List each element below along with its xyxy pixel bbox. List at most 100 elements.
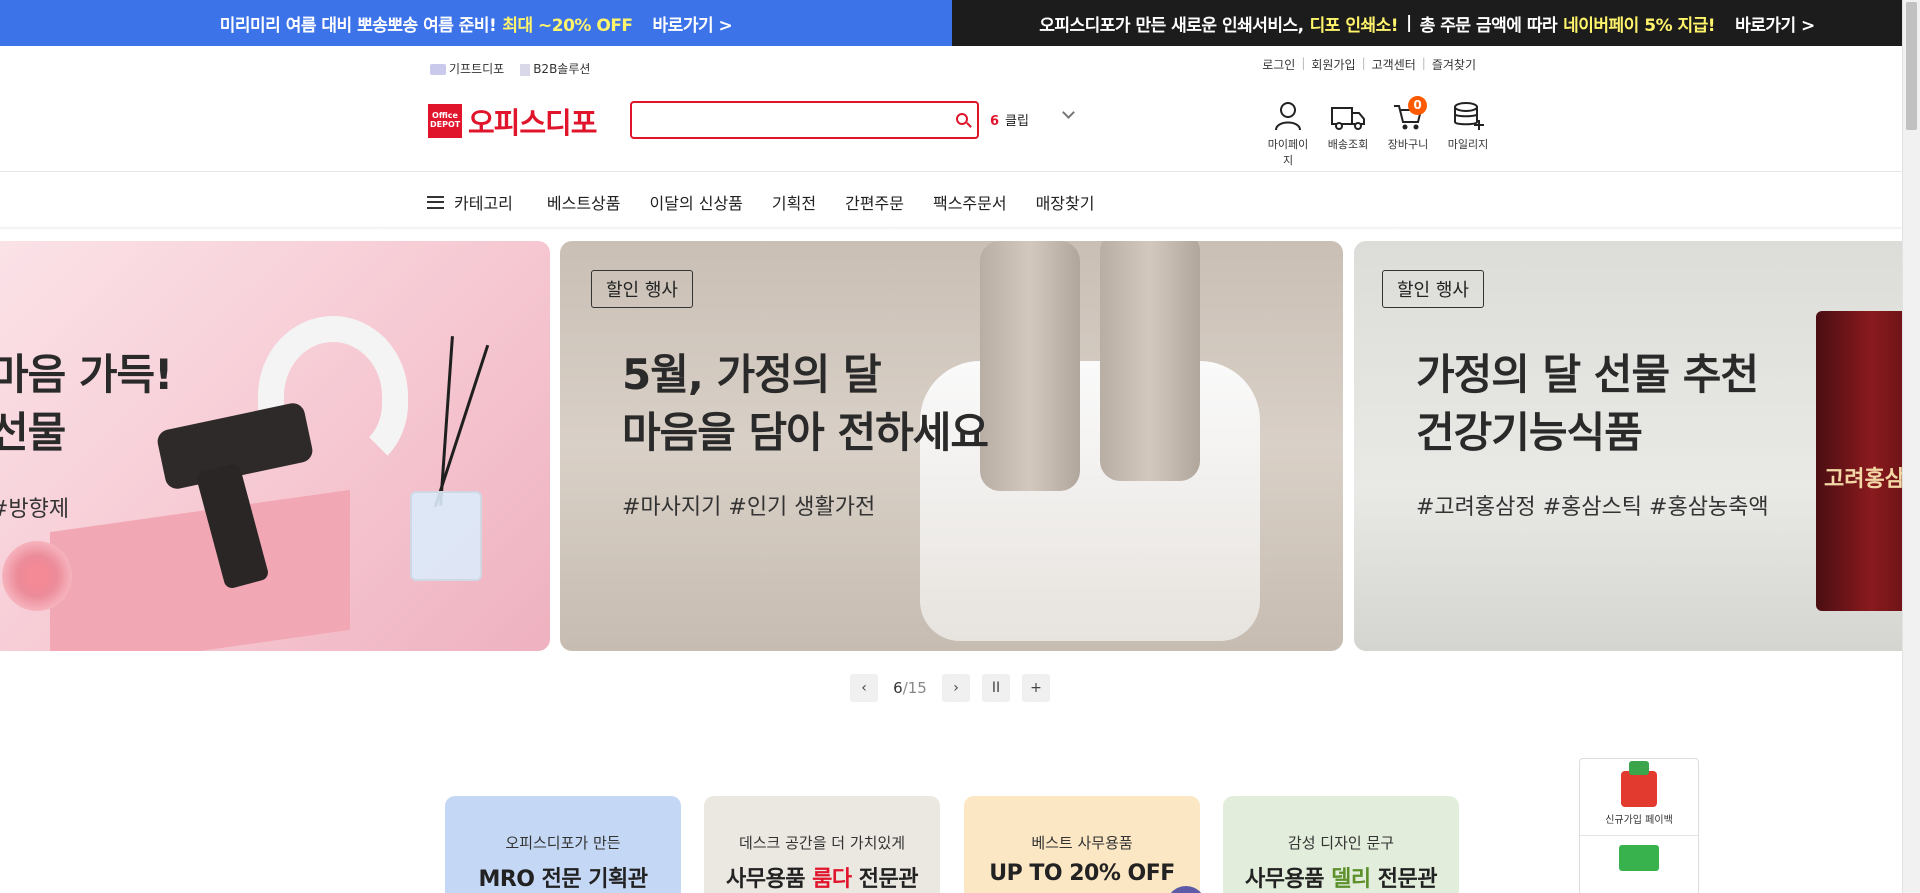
nav-item-promotion[interactable]: 기획전 [772,190,816,214]
card-subtitle: 베스트 사무용품 [1031,834,1133,852]
nav-item-new[interactable]: 이달의 신상품 [650,190,743,214]
deli-card[interactable]: 감성 디자인 문구 사무용품 델리 전문관 [1223,796,1459,893]
promo-banner-left[interactable]: 미리미리 여름 대비 뽀송뽀송 여름 준비! 최대 ~20% OFF 바로가기 … [0,0,952,46]
carousel-controls: ‹ 6/15 › II + [850,674,1050,702]
chevron-down-icon[interactable] [1062,106,1075,119]
carousel-prev-button[interactable]: ‹ [850,674,878,702]
nav-item-best[interactable]: 베스트상품 [547,190,621,214]
banner-tag: 할인 행사 [591,270,693,308]
banner-headline-line2: 건강기능식품 [1416,408,1643,457]
cart-button[interactable]: 0 장바구니 [1383,96,1433,168]
banner-headline-line1: 가정의 달 선물 추천 [1416,350,1759,399]
banner-headline: 마음 가득! 선물 [0,346,173,462]
card-subtitle: 데스크 공간을 더 가치있게 [738,834,906,852]
banner-hashtags: #마사지기 #인기 생활가전 [622,495,876,520]
banner-hashtags: #방향제 [0,497,70,522]
delivery-tracking-label: 배송조회 [1327,138,1369,151]
promo-banner-right[interactable]: 오피스디포가 만든 새로운 인쇄서비스, 디포 인쇄소! | 총 주문 금액에 … [952,0,1902,46]
best-office-card[interactable]: 베스트 사무용품 UP TO 20% OFF [964,796,1206,893]
chevron-left-icon: ‹ [861,680,867,696]
floating-signup-payback[interactable]: 신규가입 페이백 [1579,758,1699,893]
logo-text: 오피스디포 [468,106,597,140]
mileage-label: 마일리지 [1447,138,1489,151]
diffuser-bottle-image [410,491,482,581]
nav-item-quick-order[interactable]: 간편주문 [845,190,904,214]
signup-link[interactable]: 회원가입 [1311,56,1355,73]
red-ginseng-product-image: 고려홍삼 [1816,311,1914,611]
promo-left-go-link[interactable]: 바로가기 > [653,11,733,36]
promo-right-highlight2: 네이버페이 5% 지급! [1563,15,1716,36]
leg-image [1100,241,1200,481]
coins-icon [1454,102,1484,130]
gift-box-icon [1621,761,1657,807]
building-icon [520,63,531,76]
card-title: UP TO 20% OFF [989,861,1175,886]
card-subtitle: 감성 디자인 문구 [1287,834,1395,852]
banner-slide-current[interactable]: 할인 행사 5월, 가정의 달 마음을 담아 전하세요 #마사지기 #인기 생활… [560,241,1343,651]
carousel-pause-button[interactable]: II [982,674,1010,702]
banner-decoration [50,489,350,651]
card-title: 사무용품 델리 전문관 [1245,867,1438,892]
card-decoration [1166,886,1206,893]
keyword-text: 클립 [1005,114,1029,129]
promo-right-text1: 오피스디포가 만든 새로운 인쇄서비스, [1039,15,1304,36]
banner-hashtags: #고려홍삼정 #홍삼스틱 #홍삼농축액 [1416,495,1769,520]
keyword-rank: 6 [990,114,1000,129]
logo-mark: Office DEPOT [428,104,462,138]
search-input[interactable] [632,103,932,137]
promo-right-highlight1: 디포 인쇄소! [1309,15,1399,36]
nav-item-fax-order[interactable]: 팩스주문서 [933,190,1007,214]
realtime-keyword[interactable]: 6 클립 [990,110,1029,129]
truck-icon [1331,107,1365,130]
scrollbar-thumb[interactable] [1906,2,1917,130]
mypage-button[interactable]: 마이페이지 [1263,100,1313,168]
login-link[interactable]: 로그인 [1262,56,1295,73]
hamburger-icon [427,195,444,209]
banner-headline-line1: 5월, 가정의 달 [622,350,882,399]
banner-headline-line2: 선물 [0,408,66,457]
bookmark-link[interactable]: 즐겨찾기 [1432,56,1476,73]
gift-depot-link[interactable]: 기프트디포 [430,60,504,77]
mypage-label: 마이페이지 [1267,138,1309,167]
leg-image [980,241,1080,491]
promo-left-highlight: 최대 ~20% OFF [502,15,633,36]
gift-icon [430,64,446,75]
card-title: 사무용품 룸다 전문관 [726,867,919,892]
mro-card[interactable]: 오피스디포가 만든 MRO 전문 기획관 [445,796,681,893]
b2b-solution-label: B2B솔루션 [533,62,591,76]
site-logo[interactable]: Office DEPOT 오피스디포 [428,100,597,142]
gift-depot-label: 기프트디포 [449,62,505,76]
b2b-solution-link[interactable]: B2B솔루션 [520,60,590,77]
nav-shadow [0,227,1902,230]
flower-illustration [2,541,72,611]
mileage-button[interactable]: 마일리지 [1443,100,1493,168]
product-label: 고려홍삼 [1824,467,1905,492]
cart-label: 장바구니 [1387,138,1429,151]
promo-left-text: 미리미리 여름 대비 뽀송뽀송 여름 준비! [219,15,497,36]
category-label: 카테고리 [454,194,513,213]
customer-center-link[interactable]: 고객센터 [1372,56,1416,73]
page-scrollbar[interactable] [1902,0,1920,893]
banner-slide-prev[interactable]: 마음 가득! 선물 #방향제 [0,241,550,651]
carousel-more-button[interactable]: + [1022,674,1050,702]
roomda-card[interactable]: 데스크 공간을 더 가치있게 사무용품 룸다 전문관 [704,796,940,893]
search-icon[interactable] [956,113,968,125]
plus-icon: + [1030,680,1042,696]
util-links-left: 기프트디포 B2B솔루션 [430,60,590,77]
carousel-next-button[interactable]: › [942,674,970,702]
header-divider [0,171,1902,172]
nav-item-store-finder[interactable]: 매장찾기 [1036,190,1095,214]
carousel-total: /15 [902,679,927,697]
promo-right-go-link[interactable]: 바로가기 > [1735,11,1815,36]
carousel-current: 6 [893,679,903,697]
user-icon [1275,102,1301,131]
banner-slide-next[interactable]: 고려홍삼 할인 행사 가정의 달 선물 추천 건강기능식품 #고려홍삼정 #홍삼… [1354,241,1914,651]
diffuser-stick-image [433,344,490,508]
banner-headline-line1: 마음 가득! [0,350,173,399]
promo-right-text2: 총 주문 금액에 따라 [1419,15,1558,36]
util-links-right: 로그인 | 회원가입 | 고객센터 | 즐겨찾기 [1262,56,1476,73]
delivery-tracking-button[interactable]: 배송조회 [1323,100,1373,168]
category-menu-button[interactable]: 카테고리 [427,190,513,214]
banner-tag: 할인 행사 [1382,270,1484,308]
envelope-icon [1619,845,1659,871]
